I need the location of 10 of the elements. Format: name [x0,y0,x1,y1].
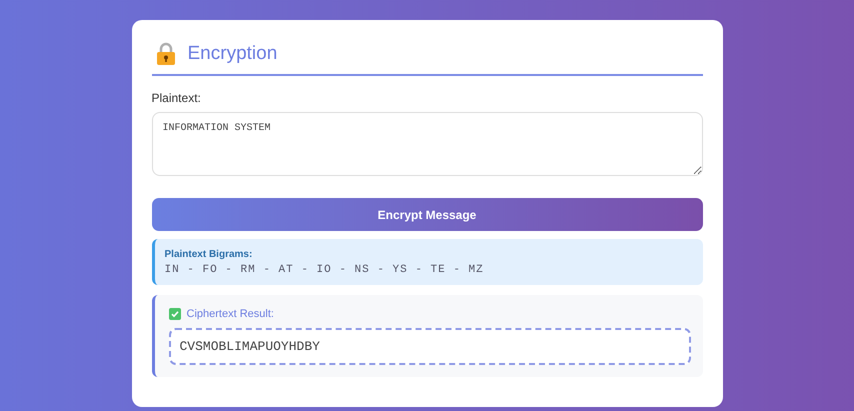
lock-icon [156,42,176,66]
plaintext-field[interactable]: INFORMATION SYSTEM [152,112,702,176]
bigrams-label: Plaintext Bigrams: [164,249,254,260]
bigrams-text: IN - FO - RM - AT - IO - NS - YS - TE - MZ [164,264,485,276]
result-label: Ciphertext Result: [186,308,274,320]
card-title: Encryption [188,43,278,65]
encrypt-button[interactable]: Encrypt Message [152,198,702,231]
ciphertext-output: CVSMOBLIMAPUOYHDBY [168,328,690,365]
field-label: Plaintext: [152,91,202,105]
check-icon [168,308,180,320]
